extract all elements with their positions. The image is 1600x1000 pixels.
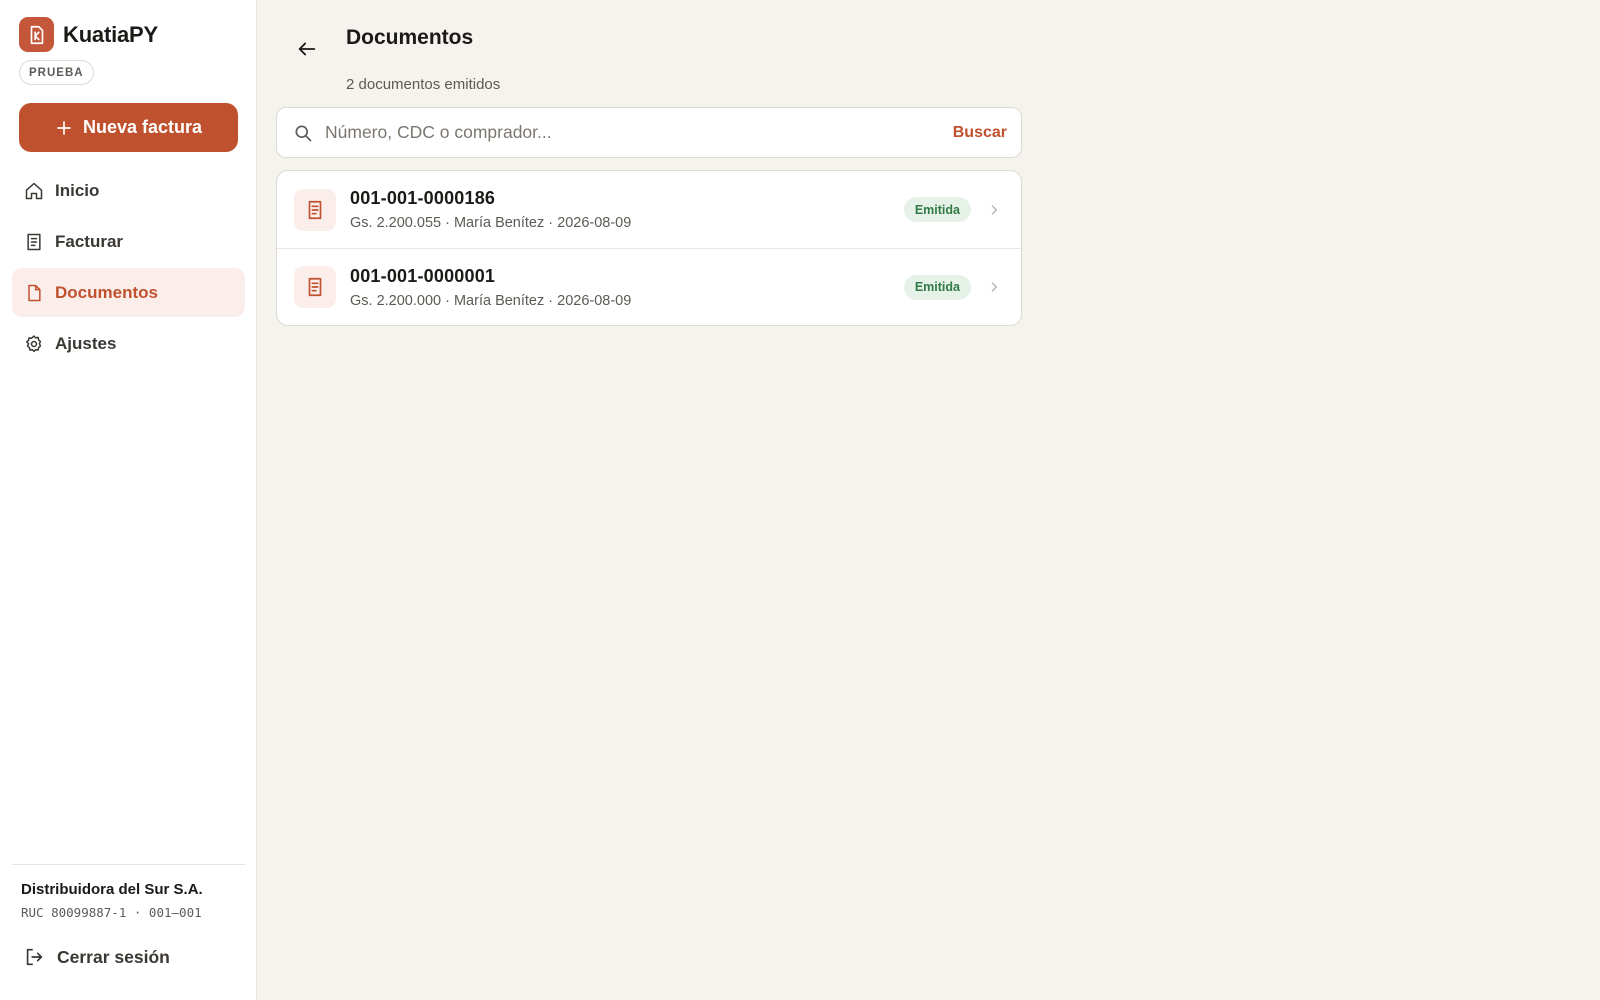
file-icon (24, 283, 44, 303)
document-icon (294, 188, 336, 231)
document-number: 001-001-0000001 (350, 265, 496, 286)
search-button[interactable]: Buscar (953, 124, 1007, 142)
brand[interactable]: KuatiaPY (19, 17, 158, 52)
document-icon (294, 266, 336, 308)
list-item[interactable]: 001-001-0000001 Gs. 2.200.000 · María Be… (277, 248, 1021, 325)
chevron-right-icon (987, 280, 1001, 294)
app-name: KuatiaPY (63, 21, 158, 47)
sidebar-item-label: Documentos (55, 282, 158, 302)
home-icon (24, 181, 44, 201)
search-input[interactable] (325, 112, 953, 153)
receipt-icon (24, 232, 44, 252)
sidebar-item-inicio[interactable]: Inicio (12, 166, 245, 215)
search-icon (293, 123, 313, 143)
arrow-left-icon (296, 38, 318, 60)
document-number: 001-001-0000186 (350, 188, 496, 208)
document-meta: Gs. 2.200.000 · María Benítez · 2026-08-… (350, 292, 632, 309)
document-meta: Gs. 2.200.055 · María Benítez · 2026-08-… (350, 215, 632, 231)
new-invoice-button[interactable]: Nueva factura (19, 103, 238, 152)
sidebar-item-facturar[interactable]: Facturar (12, 217, 245, 266)
status-badge: Emitida (903, 274, 971, 300)
plus-icon (55, 119, 73, 137)
sidebar-item-ajustes[interactable]: Ajustes (12, 319, 245, 368)
logout-button[interactable]: Cerrar sesión (23, 946, 170, 968)
status-badge: Emitida (903, 197, 971, 222)
gear-icon (24, 334, 44, 354)
sidebar-item-label: Facturar (55, 231, 124, 251)
company-name: Distribuidora del Sur S.A. (21, 881, 203, 898)
page-subtitle: 2 documentos emitidos (346, 76, 501, 93)
company-ruc: RUC 80099887-1 · 001–001 (21, 905, 202, 920)
search-bar: Buscar (276, 107, 1022, 158)
document-text: 001-001-0000001 Gs. 2.200.000 · María Be… (350, 266, 904, 309)
sidebar-item-documentos[interactable]: Documentos (12, 268, 245, 317)
logout-icon (23, 946, 45, 968)
back-button[interactable] (294, 36, 320, 62)
sidebar-nav: Inicio Facturar Documentos Ajustes (12, 166, 245, 370)
logout-label: Cerrar sesión (57, 946, 170, 967)
environment-badge: PRUEBA (19, 60, 94, 85)
page-title: Documentos (346, 26, 474, 49)
company-info: Distribuidora del Sur S.A. RUC 80099887-… (12, 864, 245, 920)
sidebar-item-label: Inicio (55, 180, 100, 200)
chevron-right-icon (987, 203, 1001, 217)
list-item[interactable]: 001-001-0000186 Gs. 2.200.055 · María Be… (277, 171, 1021, 248)
document-text: 001-001-0000186 Gs. 2.200.055 · María Be… (350, 188, 904, 231)
document-list: 001-001-0000186 Gs. 2.200.055 · María Be… (276, 170, 1022, 326)
sidebar-item-label: Ajustes (55, 333, 117, 353)
kuatia-logo-icon (19, 17, 54, 52)
new-invoice-label: Nueva factura (82, 117, 203, 137)
sidebar: KuatiaPY PRUEBA Nueva factura Inicio Fac… (0, 0, 257, 1000)
